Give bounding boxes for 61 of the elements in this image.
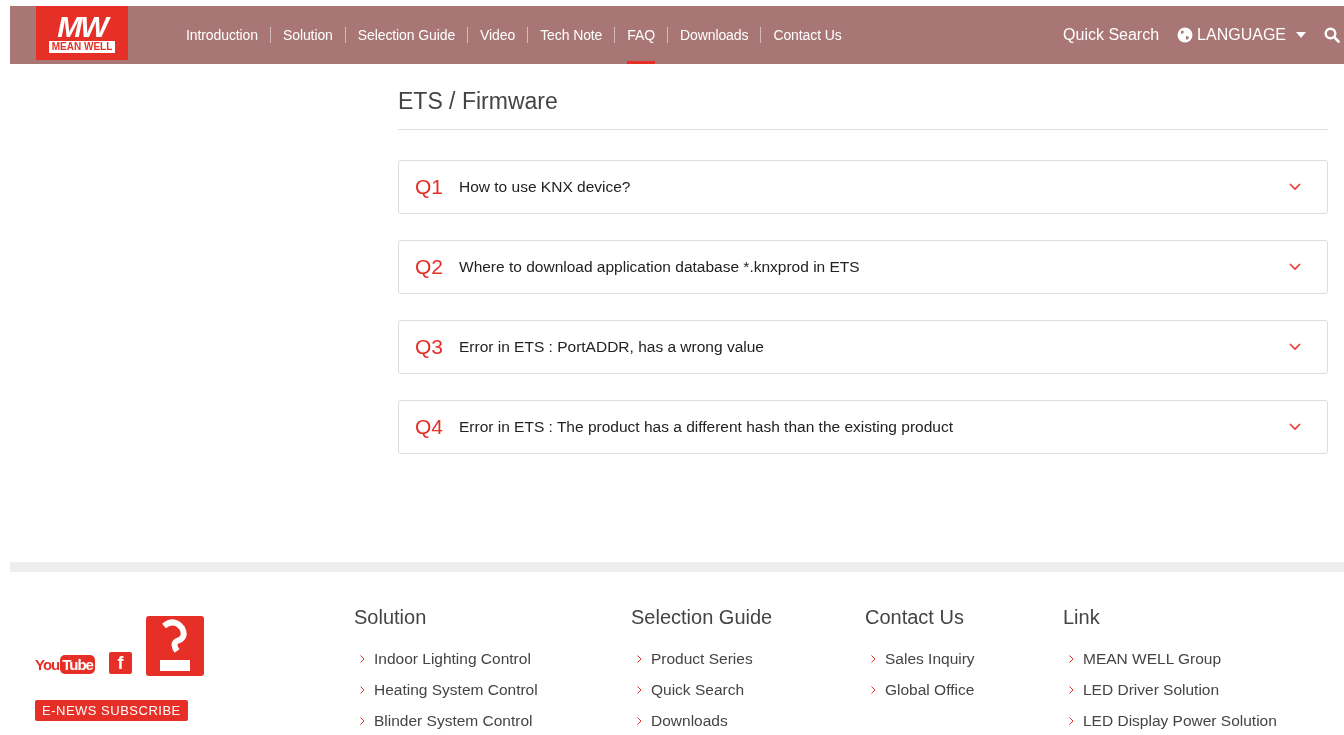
chevron-icon xyxy=(1289,183,1301,191)
chevron-icon xyxy=(637,717,642,725)
chevron-icon xyxy=(637,655,642,663)
footer-link[interactable]: Sales Inquiry xyxy=(865,643,1063,674)
chevron-icon xyxy=(1069,717,1074,725)
chevron-icon xyxy=(637,686,642,694)
logo-name: MEAN WELL xyxy=(48,41,116,53)
chevron-icon xyxy=(1289,263,1301,271)
chevron-icon xyxy=(871,655,876,663)
subscribe-button[interactable]: E-NEWS SUBSCRIBE xyxy=(35,700,188,721)
footer-link[interactable]: Quick Search xyxy=(631,674,865,705)
quick-search-link[interactable]: Quick Search xyxy=(1063,26,1160,44)
globe-icon xyxy=(1177,27,1194,43)
footer-link[interactable]: Downloads xyxy=(631,705,865,735)
question-text: Error in ETS : PortADDR, has a wrong value xyxy=(459,338,764,356)
caret-icon xyxy=(1296,32,1306,38)
nav-link[interactable]: Introduction xyxy=(186,6,258,64)
chevron-icon xyxy=(360,655,365,663)
search-icon[interactable] xyxy=(1324,27,1340,43)
faq-item[interactable]: Q3 Error in ETS : PortADDR, has a wrong value xyxy=(398,320,1328,374)
chevron-icon xyxy=(1289,423,1301,431)
question-number: Q2 xyxy=(415,255,444,279)
footer-link[interactable]: Global Office xyxy=(865,674,1063,705)
facebook-logo[interactable]: f xyxy=(108,652,132,674)
nav-link[interactable]: Contact Us xyxy=(773,6,842,64)
nav-link[interactable]: FAQ xyxy=(627,6,656,64)
footer-link[interactable]: LED Display Power Solution xyxy=(1063,705,1277,735)
footer-heading: Link xyxy=(1063,606,1101,629)
faq-item[interactable]: Q2 Where to download application database *.knxprod in ETS xyxy=(398,240,1328,294)
faq-item[interactable]: Q4 Error in ETS : The product has a different hash than the existing product xyxy=(398,400,1328,454)
question-text: Error in ETS : The product has a different hash than the existing product xyxy=(459,418,953,436)
footer-link[interactable]: Blinder System Control xyxy=(354,705,631,735)
nav-link[interactable]: Selection Guide xyxy=(357,6,456,64)
section-title: ETS / Firmware xyxy=(398,64,1328,130)
question-number: Q1 xyxy=(415,175,444,199)
chevron-icon xyxy=(871,686,876,694)
question-number: Q3 xyxy=(415,335,444,359)
logo[interactable]: MW MEAN WELL xyxy=(36,6,128,60)
question-text: How to use KNX device? xyxy=(459,178,631,196)
chevron-icon xyxy=(1069,686,1074,694)
nav-link[interactable]: Downloads xyxy=(680,6,749,64)
chevron-icon xyxy=(360,717,365,725)
nav-link[interactable]: Video xyxy=(480,6,516,64)
question-number: Q4 xyxy=(415,415,444,439)
footer-heading: Solution xyxy=(354,606,428,629)
chevron-icon xyxy=(1289,343,1301,351)
question-text: Where to download application database *.knxprod in ETS xyxy=(459,258,860,276)
footer-link[interactable]: Indoor Lighting Control xyxy=(354,643,631,674)
footer-link[interactable]: Product Series xyxy=(631,643,865,674)
footer-link[interactable]: Heating System Control xyxy=(354,674,631,705)
chevron-icon xyxy=(1069,655,1074,663)
language-dropdown[interactable]: LANGUAGE xyxy=(1177,26,1306,44)
plug-badge-icon[interactable] xyxy=(145,616,204,676)
footer-link[interactable]: LED Driver Solution xyxy=(1063,674,1277,705)
footer-heading: Contact Us xyxy=(865,606,965,629)
footer-link[interactable]: MEAN WELL Group xyxy=(1063,643,1277,674)
chevron-icon xyxy=(360,686,365,694)
nav-link[interactable]: Solution xyxy=(282,6,333,64)
footer-heading: Selection Guide xyxy=(631,606,774,629)
nav-link[interactable]: Tech Note xyxy=(540,6,603,64)
faq-item[interactable]: Q1 How to use KNX device? xyxy=(398,160,1328,214)
